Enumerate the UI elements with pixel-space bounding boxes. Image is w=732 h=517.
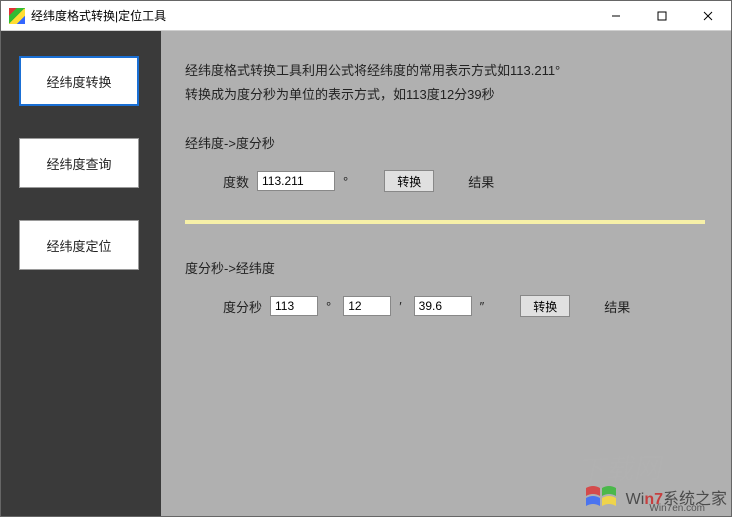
sidebar-item-label: 经纬度转换 (46, 72, 111, 91)
section-divider (185, 220, 705, 224)
degree-input[interactable] (257, 171, 335, 191)
degree-label: 度数 (223, 172, 249, 191)
dms-degree-input[interactable] (270, 296, 318, 316)
windows-flag-icon (584, 482, 620, 512)
close-button[interactable] (685, 1, 731, 30)
sidebar-item-label: 经纬度定位 (46, 236, 111, 255)
window-controls (593, 1, 731, 30)
maximize-button[interactable] (639, 1, 685, 30)
sidebar-item-label: 经纬度查询 (46, 154, 111, 173)
window-title: 经纬度格式转换|定位工具 (31, 7, 593, 24)
dms-second-unit: ″ (480, 299, 485, 314)
section2-title: 度分秒->经纬度 (185, 258, 707, 277)
result-label-1: 结果 (468, 172, 494, 191)
section2-row: 度分秒 ° ′ ″ 转换 结果 (223, 295, 707, 317)
dms-minute-unit: ′ (399, 299, 401, 314)
dms-second-input[interactable] (414, 296, 472, 316)
dms-minute-input[interactable] (343, 296, 391, 316)
dms-label: 度分秒 (223, 297, 262, 316)
main-panel: 经纬度格式转换工具利用公式将经纬度的常用表示方式如113.211° 转换成为度分… (161, 31, 731, 516)
watermark-bg: 下载网 (576, 447, 661, 490)
convert-button-1[interactable]: 转换 (384, 170, 434, 192)
minimize-button[interactable] (593, 1, 639, 30)
sidebar-item-locate[interactable]: 经纬度定位 (19, 220, 139, 270)
description-line-1: 经纬度格式转换工具利用公式将经纬度的常用表示方式如113.211° (185, 59, 707, 83)
convert-button-2[interactable]: 转换 (520, 295, 570, 317)
watermark-sub: Win7en.com (649, 503, 705, 514)
section1-row: 度数 ° 转换 结果 (223, 170, 707, 192)
degree-unit: ° (343, 174, 348, 189)
dms-degree-unit: ° (326, 299, 331, 314)
sidebar: 经纬度转换 经纬度查询 经纬度定位 (1, 31, 161, 516)
sidebar-item-convert[interactable]: 经纬度转换 (19, 56, 139, 106)
sidebar-item-query[interactable]: 经纬度查询 (19, 138, 139, 188)
section1-title: 经纬度->度分秒 (185, 133, 707, 152)
description-line-2: 转换成为度分秒为单位的表示方式，如113度12分39秒 (185, 83, 707, 107)
app-icon (9, 8, 25, 24)
title-bar: 经纬度格式转换|定位工具 (1, 1, 731, 31)
result-label-2: 结果 (604, 297, 630, 316)
